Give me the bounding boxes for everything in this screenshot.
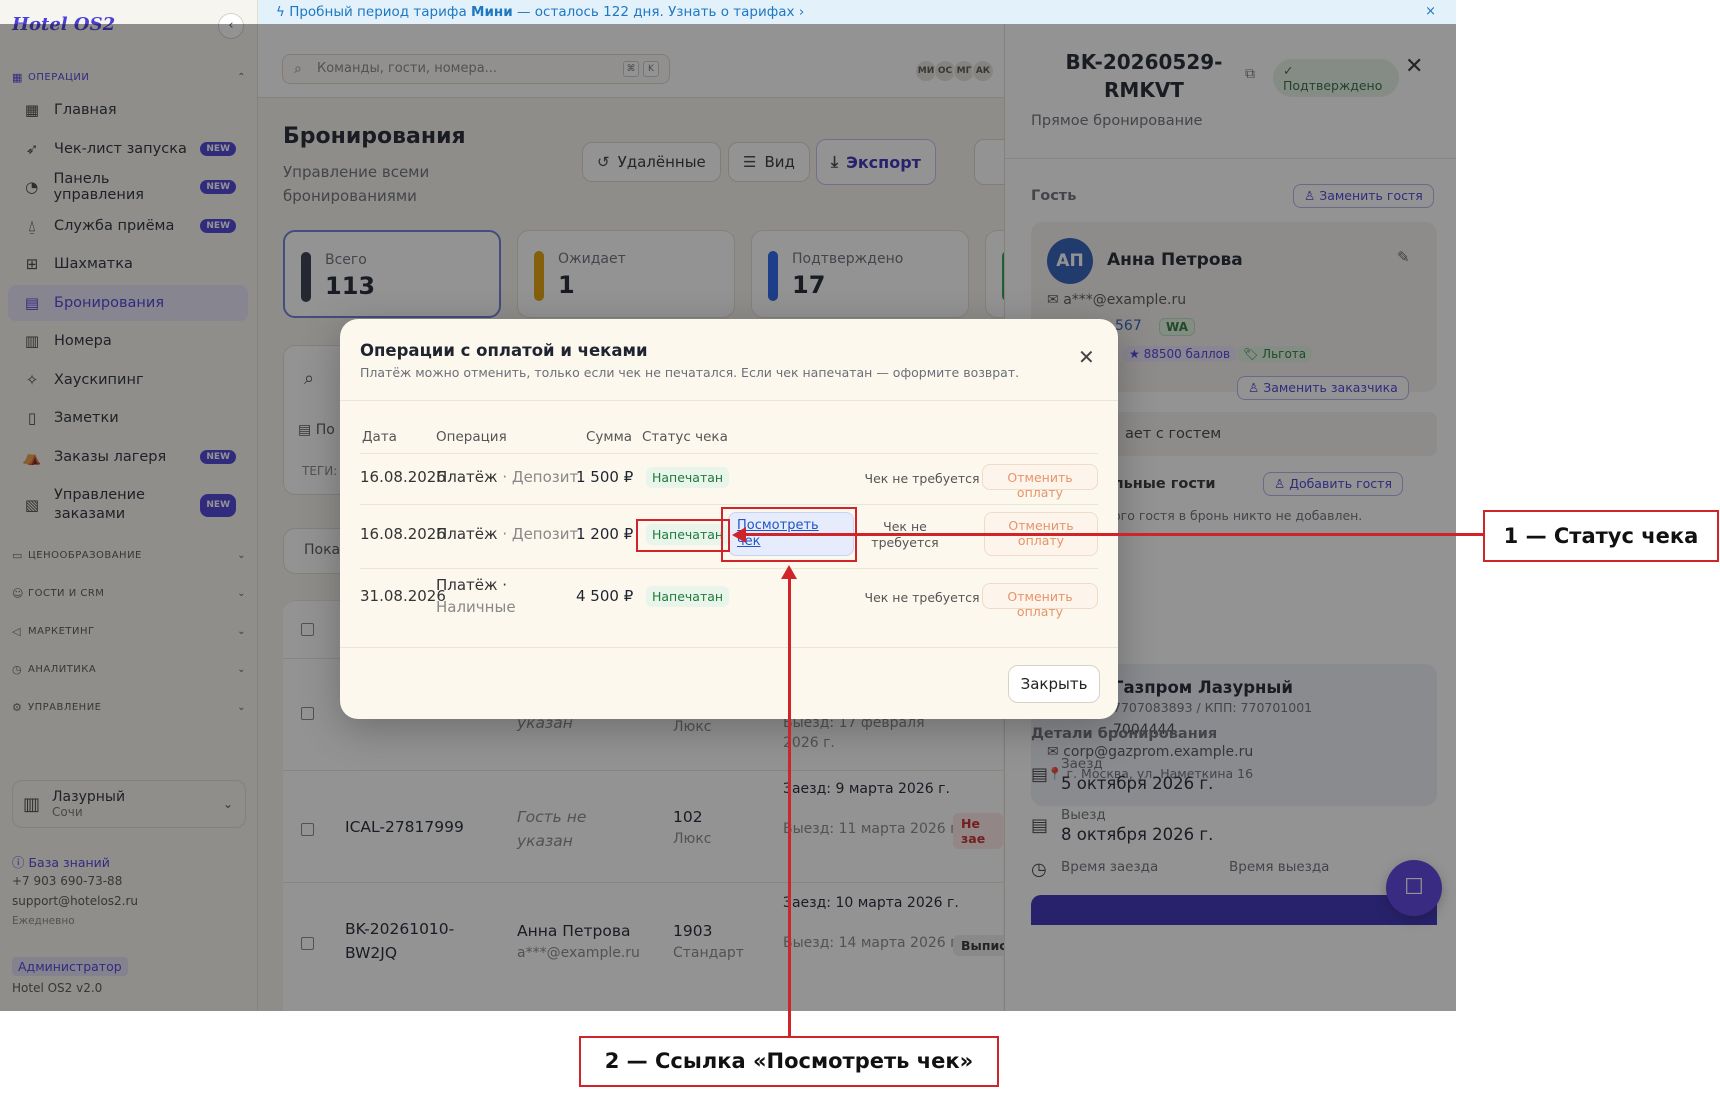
arrow-head-2 (781, 565, 797, 579)
cancel-payment-button[interactable]: Отменить оплату (982, 464, 1098, 500)
receipt-status-badge: Напечатан (646, 467, 730, 488)
col-operation: Операция (436, 429, 507, 445)
divider (360, 568, 1098, 569)
modal-title: Операции с оплатой и чеками (360, 341, 648, 360)
divider (340, 647, 1118, 648)
arrow-line-2 (788, 578, 791, 1036)
op-name: Платёж · Наличные (436, 576, 516, 616)
arrow-head-1 (732, 527, 746, 543)
arrow-line-1 (742, 533, 1484, 536)
op-date: 16.08.2026 (360, 468, 446, 486)
divider (340, 400, 1118, 401)
divider (360, 453, 1098, 454)
op-sum: 4 500 ₽ (576, 587, 634, 605)
op-name: Платёж · Депозит (436, 468, 579, 486)
receipt-not-required: Чек не требуется (864, 471, 980, 486)
op-sum: 1 500 ₽ (576, 468, 634, 486)
op-date: 16.08.2026 (360, 525, 446, 543)
op-date: 31.08.2026 (360, 587, 446, 605)
highlight-receipt-status (636, 519, 730, 552)
col-date: Дата (362, 429, 397, 445)
divider (360, 504, 1098, 505)
receipt-status-badge: Напечатан (646, 586, 730, 607)
modal-subtitle: Платёж можно отменить, только если чек н… (360, 365, 1020, 380)
op-sum: 1 200 ₽ (576, 525, 634, 543)
col-sum: Сумма (586, 429, 633, 445)
col-receipt-status: Статус чека (642, 429, 728, 445)
receipt-not-required: Чек не требуется (864, 590, 980, 605)
callout-view-receipt-link: 2 — Ссылка «Посмотреть чек» (579, 1036, 999, 1087)
callout-receipt-status: 1 — Статус чека (1483, 510, 1719, 562)
cancel-payment-button[interactable]: Отменить оплату (982, 583, 1098, 619)
close-modal-button[interactable]: Закрыть (1008, 665, 1100, 703)
app-window: Hotel OS2 ‹ ▦ Операции ⌃ ▦ Главная ➶ Чек-л… (0, 0, 1456, 1011)
op-name: Платёж · Депозит (436, 525, 579, 543)
close-icon[interactable]: ✕ (1078, 345, 1095, 369)
overlay-top (0, 0, 1456, 24)
